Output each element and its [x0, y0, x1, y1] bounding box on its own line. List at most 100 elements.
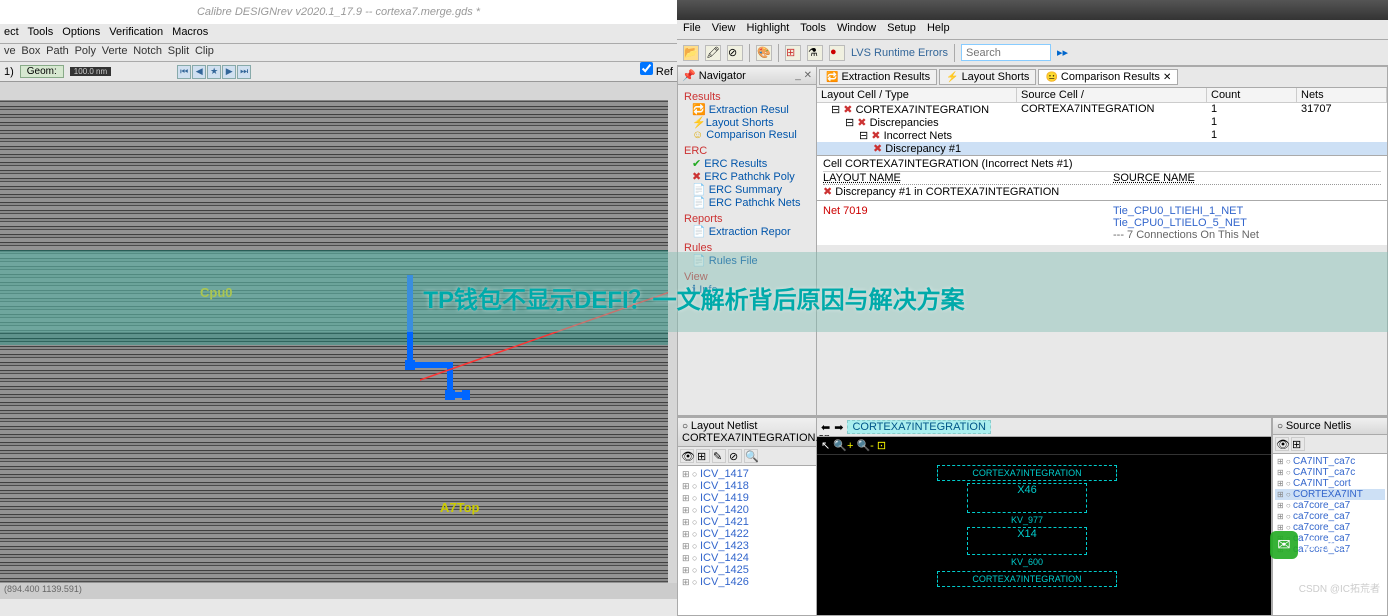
tab-extraction-results[interactable]: 🔁 Extraction Results	[819, 69, 937, 85]
nav-next-icon[interactable]: ▶	[222, 65, 236, 79]
navigator-tree[interactable]: Results 🔁 Extraction Resul Layout Shorts…	[678, 85, 816, 415]
list-item[interactable]: CORTEXA7INT	[1275, 489, 1385, 500]
palette-icon[interactable]: 🎨	[756, 45, 772, 61]
detail-discrepancy-row[interactable]: Discrepancy #1 in CORTEXA7INTEGRATION	[823, 185, 1381, 198]
hdr-count[interactable]: Count	[1207, 88, 1297, 102]
filter-icon[interactable]: ⚗	[807, 45, 823, 61]
src-icon2[interactable]: ⊞	[1291, 437, 1305, 451]
list-item[interactable]: ICV_1418	[680, 480, 814, 492]
nav-last-icon[interactable]: ⏭	[237, 65, 251, 79]
tab-layout-shorts[interactable]: ⚡ Layout Shorts	[939, 69, 1036, 85]
sch-x14-box[interactable]: X14	[967, 527, 1087, 555]
sch-x46-box[interactable]: X46	[967, 483, 1087, 513]
search-go-icon[interactable]: ▸▸	[1057, 46, 1068, 59]
nl-icon4[interactable]: ⊘	[728, 449, 742, 463]
menu-setup[interactable]: Setup	[887, 22, 916, 34]
schematic-path[interactable]: CORTEXA7INTEGRATION	[847, 420, 990, 434]
highlight-icon[interactable]: 🖍	[705, 45, 721, 61]
src-net-1[interactable]: Tie_CPU0_LTIEHI_1_NET	[1113, 205, 1259, 217]
lvs-runtime-label[interactable]: LVS Runtime Errors	[851, 47, 948, 59]
tb-split[interactable]: Split	[168, 45, 189, 57]
search-input[interactable]	[961, 44, 1051, 61]
stop-icon[interactable]: ●	[829, 45, 845, 61]
list-item[interactable]: CA7INT_cort	[1275, 478, 1385, 489]
menu-options[interactable]: Options	[62, 26, 100, 38]
sch-back-icon[interactable]: ⬅	[821, 421, 830, 434]
list-item[interactable]: ICV_1423	[680, 540, 814, 552]
tree-icon[interactable]: ⊞	[785, 45, 801, 61]
nav-erc-pathchk-nets[interactable]: 📄 ERC Pathchk Nets	[684, 196, 810, 209]
zoom-fit-icon[interactable]: ⊡	[877, 440, 886, 452]
nl-icon2[interactable]: ⊞	[696, 449, 710, 463]
nav-erc-summary[interactable]: 📄 ERC Summary	[684, 183, 810, 196]
menu-tools2[interactable]: Tools	[800, 22, 826, 34]
list-item[interactable]: ca7core_ca7	[1275, 511, 1385, 522]
menu-tools[interactable]: Tools	[28, 26, 54, 38]
zoom-out-icon[interactable]: 🔍-	[856, 440, 873, 452]
hdr-source-cell[interactable]: Source Cell /	[1017, 88, 1207, 102]
nl-find-icon[interactable]: 🔍	[744, 449, 758, 463]
menu-view[interactable]: View	[712, 22, 736, 34]
list-item[interactable]: ICV_1421	[680, 516, 814, 528]
layout-canvas[interactable]: Cpu0 A7Top	[0, 100, 668, 590]
tab-comparison-results[interactable]: 😐 Comparison Results ✕	[1038, 69, 1178, 85]
list-item[interactable]: ICV_1419	[680, 492, 814, 504]
nav-info[interactable]: ℹ Info	[684, 283, 810, 296]
nl-icon1[interactable]: 👁	[680, 449, 694, 463]
menu-highlight[interactable]: Highlight	[747, 22, 790, 34]
tb-poly[interactable]: Poly	[75, 45, 96, 57]
tree-row[interactable]: ⊟ CORTEXA7INTEGRATIONCORTEXA7INTEGRATION…	[817, 103, 1387, 116]
src-icon1[interactable]: 👁	[1275, 437, 1289, 451]
list-item[interactable]: ICV_1422	[680, 528, 814, 540]
tree-row[interactable]: Discrepancy #1	[817, 142, 1387, 155]
list-item[interactable]: CA7INT_ca7c	[1275, 467, 1385, 478]
list-item[interactable]: CA7INT_ca7c	[1275, 456, 1385, 467]
menu-help[interactable]: Help	[927, 22, 950, 34]
tb-path[interactable]: Path	[46, 45, 69, 57]
cursor-icon[interactable]: ↖	[821, 440, 830, 452]
nav-star-icon[interactable]: ★	[207, 65, 221, 79]
list-item[interactable]: ICV_1420	[680, 504, 814, 516]
tb-box[interactable]: Box	[21, 45, 40, 57]
nav-comparison-results[interactable]: Comparison Resul	[684, 129, 810, 141]
hdr-nets[interactable]: Nets	[1297, 88, 1387, 102]
tree-row[interactable]: ⊟ Incorrect Nets1	[817, 129, 1387, 142]
tb-clip[interactable]: Clip	[195, 45, 214, 57]
menu-file[interactable]: File	[683, 22, 701, 34]
open-icon[interactable]: 📂	[683, 45, 699, 61]
tb-notch[interactable]: Notch	[133, 45, 162, 57]
nav-rules-file[interactable]: 📄 Rules File	[684, 254, 810, 267]
close-icon[interactable]: _ ✕	[795, 70, 812, 81]
menu-macros[interactable]: Macros	[172, 26, 208, 38]
tb-verte[interactable]: Verte	[102, 45, 128, 57]
src-net-2[interactable]: Tie_CPU0_LTIELO_5_NET	[1113, 217, 1259, 229]
tb-ve[interactable]: ve	[4, 45, 16, 57]
list-item[interactable]: ICV_1425	[680, 564, 814, 576]
pin-icon[interactable]: 📌	[682, 70, 696, 82]
schematic-canvas[interactable]: CORTEXA7INTEGRATION X46 KV_977 X14 KV_60…	[817, 455, 1271, 615]
nav-extraction-results[interactable]: 🔁 Extraction Resul	[684, 103, 810, 116]
tree-row[interactable]: ⊟ Discrepancies1	[817, 116, 1387, 129]
menu-ect[interactable]: ect	[4, 26, 19, 38]
list-item[interactable]: ICV_1426	[680, 576, 814, 588]
hdr-layout-cell[interactable]: Layout Cell / Type	[817, 88, 1017, 102]
ref-checkbox[interactable]: Ref	[640, 62, 673, 78]
clear-icon[interactable]: ⊘	[727, 45, 743, 61]
list-item[interactable]: ICV_1417	[680, 468, 814, 480]
menu-window[interactable]: Window	[837, 22, 876, 34]
nav-extraction-report[interactable]: 📄 Extraction Repor	[684, 225, 810, 238]
nav-prev-icon[interactable]: ◀	[192, 65, 206, 79]
list-item[interactable]: ca7core_ca7	[1275, 500, 1385, 511]
nl-icon3[interactable]: ✎	[712, 449, 726, 463]
discrepancy-tree[interactable]: Layout Cell / Type Source Cell / Count N…	[817, 88, 1387, 156]
net-number[interactable]: Net 7019	[823, 205, 1113, 241]
zoom-in-icon[interactable]: 🔍+	[833, 440, 853, 452]
nav-erc-results[interactable]: ERC Results	[684, 157, 810, 170]
sch-fwd-icon[interactable]: ➡	[834, 421, 843, 434]
geom-button[interactable]: Geom:	[20, 65, 64, 78]
nav-first-icon[interactable]: ⏮	[177, 65, 191, 79]
menu-verification[interactable]: Verification	[109, 26, 163, 38]
list-item[interactable]: ICV_1424	[680, 552, 814, 564]
nav-erc-pathchk-poly[interactable]: ERC Pathchk Poly	[684, 170, 810, 183]
netlist-list[interactable]: ICV_1417ICV_1418ICV_1419ICV_1420ICV_1421…	[678, 466, 816, 615]
